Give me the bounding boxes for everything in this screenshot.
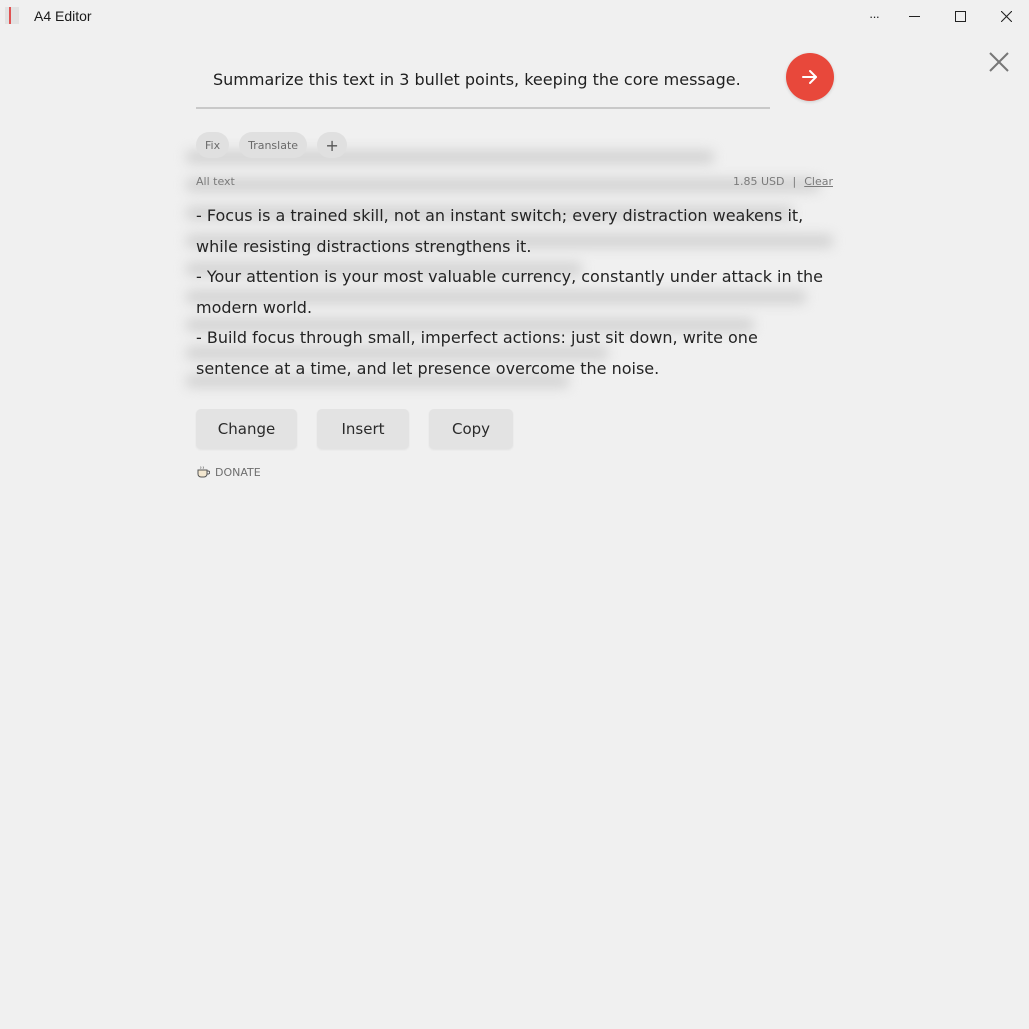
app-window: A4 Editor ··· Summarize this text in 3 b… bbox=[0, 0, 1029, 1029]
prompt-field[interactable] bbox=[196, 56, 770, 109]
close-icon bbox=[1000, 10, 1012, 22]
scope-label: All text bbox=[196, 175, 235, 188]
cost-row: 1.85 USD | Clear bbox=[733, 175, 833, 188]
chip-fix[interactable]: Fix bbox=[196, 132, 230, 158]
arrow-right-icon bbox=[802, 70, 817, 84]
chip-translate[interactable]: Translate bbox=[239, 132, 308, 158]
quick-actions: Fix Translate + bbox=[196, 132, 348, 158]
coffee-cup-icon bbox=[197, 466, 210, 478]
prompt-input[interactable] bbox=[213, 70, 763, 89]
bullet-item: - Your attention is your most valuable c… bbox=[196, 267, 823, 317]
minimize-icon bbox=[908, 15, 920, 17]
clear-link[interactable]: Clear bbox=[804, 175, 833, 188]
app-logo-icon bbox=[5, 7, 19, 24]
copy-button[interactable]: Copy bbox=[429, 409, 513, 449]
title-bar: A4 Editor ··· bbox=[0, 0, 1029, 32]
add-chip-button[interactable]: + bbox=[317, 132, 348, 158]
plus-icon: + bbox=[325, 135, 339, 155]
more-icon: ··· bbox=[869, 8, 880, 24]
maximize-button[interactable] bbox=[937, 0, 983, 32]
result-actions: Change Insert Copy bbox=[196, 409, 513, 449]
result-text: - Focus is a trained skill, not an insta… bbox=[196, 201, 836, 385]
donate-label: DONATE bbox=[215, 465, 261, 479]
bullet-item: - Focus is a trained skill, not an insta… bbox=[196, 206, 804, 256]
bullet-item: - Build focus through small, imperfect a… bbox=[196, 328, 758, 378]
change-button[interactable]: Change bbox=[196, 409, 297, 449]
send-button[interactable] bbox=[786, 53, 834, 101]
close-icon bbox=[989, 52, 1009, 72]
maximize-icon bbox=[954, 10, 966, 22]
close-panel-button[interactable] bbox=[987, 50, 1011, 74]
donate-link[interactable]: DONATE bbox=[196, 465, 261, 479]
close-window-button[interactable] bbox=[983, 0, 1029, 32]
window-title: A4 Editor bbox=[34, 8, 92, 24]
minimize-button[interactable] bbox=[891, 0, 937, 32]
separator: | bbox=[792, 175, 797, 188]
cost-value: 1.85 USD bbox=[733, 175, 785, 188]
insert-button[interactable]: Insert bbox=[317, 409, 409, 449]
